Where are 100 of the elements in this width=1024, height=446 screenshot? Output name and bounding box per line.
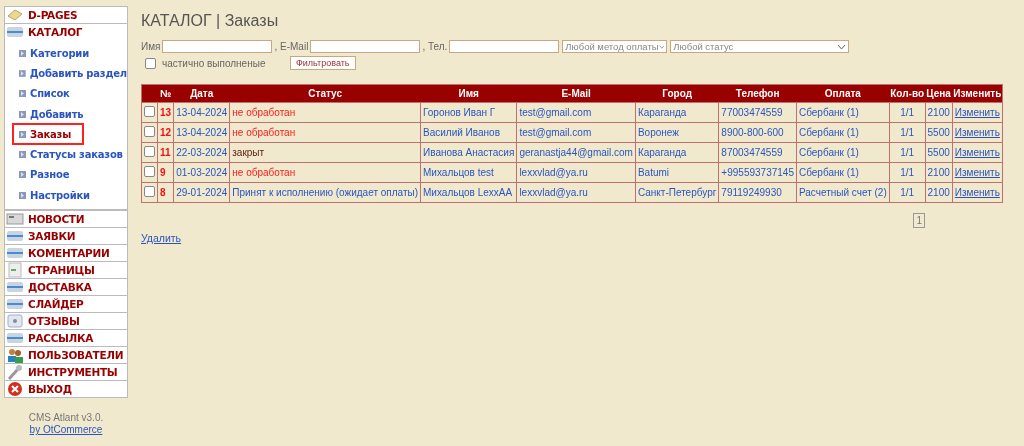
- filter-button[interactable]: Фильтровать: [290, 56, 356, 70]
- table-cell: 1/1: [889, 162, 925, 183]
- table-cell: Горонов Иван Г: [420, 102, 517, 123]
- menu-section[interactable]: ИНСТРУМЕНТЫ: [5, 364, 127, 381]
- row-checkbox[interactable]: [144, 166, 155, 177]
- page-number[interactable]: 1: [913, 213, 925, 228]
- table-cell: 5500: [925, 122, 953, 143]
- menu-section[interactable]: ДОСТАВКА: [5, 279, 127, 296]
- table-cell: 29-01-2024: [173, 182, 230, 203]
- table-cell: 2100: [925, 102, 953, 123]
- bullet-icon: [19, 110, 26, 118]
- table-cell: 8: [157, 182, 174, 203]
- table-cell: lexxvlad@ya.ru: [516, 162, 636, 183]
- email-field[interactable]: [310, 40, 421, 53]
- table-cell: 13: [157, 102, 174, 123]
- bullet-icon: [19, 171, 26, 179]
- table-cell: test@gmail.com: [516, 102, 636, 123]
- table-cell: Batumi: [635, 162, 719, 183]
- menu-section[interactable]: СЛАЙДЕР: [5, 296, 127, 313]
- credit-link[interactable]: by OtCommerce: [27, 424, 105, 436]
- bullet-icon: [19, 130, 26, 138]
- column-header: Цена: [925, 84, 953, 103]
- menu-section[interactable]: РАССЫЛКА: [5, 330, 127, 347]
- field-label: Имя: [141, 41, 161, 52]
- table-cell: 1/1: [889, 122, 925, 143]
- status-cell: Принят к исполнению (ожидает оплаты): [229, 182, 421, 203]
- table-cell: test@gmail.com: [516, 122, 636, 143]
- bullet-icon: [19, 151, 26, 159]
- table-cell: 2100: [925, 162, 953, 183]
- column-header: Изменить: [952, 84, 1003, 103]
- users-icon: [6, 347, 24, 364]
- version-text: CMS Atlant v3.0.: [28, 412, 104, 424]
- row-checkbox[interactable]: [144, 186, 155, 197]
- newspaper-icon: [6, 211, 24, 228]
- status-cell: не обработан: [229, 122, 421, 143]
- table-cell: geranastja44@gmail.com: [516, 142, 636, 163]
- table-cell: Воронеж: [635, 122, 719, 143]
- table-cell: Сбербанк (1): [796, 142, 890, 163]
- menu-item[interactable]: Разное: [19, 164, 127, 186]
- menu-item[interactable]: Настройки: [19, 185, 127, 206]
- menu-section[interactable]: КАТАЛОГ: [5, 24, 127, 40]
- bullet-icon: [19, 69, 26, 77]
- table-cell: 12: [157, 122, 174, 143]
- delete-link[interactable]: Удалить: [141, 232, 182, 244]
- table-cell: Василий Иванов: [420, 122, 517, 143]
- menu-section[interactable]: НОВОСТИ: [5, 211, 127, 228]
- field-label: , E-Mail: [274, 41, 309, 52]
- row-checkbox[interactable]: [144, 126, 155, 137]
- menu-item[interactable]: Добавить: [19, 103, 127, 125]
- table-cell: Караганда: [635, 142, 719, 163]
- menu-item[interactable]: Список: [19, 83, 127, 104]
- row-checkbox[interactable]: [144, 106, 155, 117]
- table-cell: 87003474559: [718, 142, 797, 163]
- menu-section[interactable]: ОТЗЫВЫ: [5, 313, 127, 330]
- menu-section[interactable]: КОМЕНТАРИИ: [5, 245, 127, 262]
- table-cell: lexxvlad@ya.ru: [516, 182, 636, 203]
- status-cell: закрыт: [229, 142, 421, 163]
- column-header: Имя: [420, 84, 517, 103]
- column-header: Статус: [229, 84, 421, 103]
- menu-section[interactable]: СТРАНИЦЫ: [5, 262, 127, 279]
- table-cell: 5500: [925, 142, 953, 163]
- column-header: Дата: [173, 84, 230, 103]
- checkbox[interactable]: [145, 57, 156, 69]
- menu-section[interactable]: D-PAGES: [5, 7, 127, 23]
- table-cell: 11: [157, 142, 174, 163]
- column-header: E-Mail: [516, 84, 636, 103]
- row-checkbox[interactable]: [144, 146, 155, 157]
- table-cell: 2100: [925, 182, 953, 203]
- status-cell: не обработан: [229, 102, 421, 123]
- table-cell: Караганда: [635, 102, 719, 123]
- menu-item[interactable]: Добавить раздел: [19, 63, 127, 84]
- menu-section[interactable]: ЗАЯВКИ: [5, 228, 127, 245]
- table-cell: 01-03-2024: [173, 162, 230, 183]
- name-field[interactable]: [162, 40, 273, 53]
- menu-item[interactable]: Заказы: [13, 124, 83, 145]
- table-cell: Расчетный счет (2): [796, 182, 890, 203]
- menu-section[interactable]: ВЫХОД: [5, 381, 127, 398]
- table-cell: 1/1: [889, 142, 925, 163]
- status-cell: не обработан: [229, 162, 421, 183]
- table-cell: 1/1: [889, 182, 925, 203]
- payment-select[interactable]: Любой метод оплаты: [562, 40, 668, 53]
- table-cell: 9: [157, 162, 174, 183]
- caret-icon: [837, 43, 847, 50]
- tray-icon: [6, 24, 24, 40]
- phone-field[interactable]: [449, 40, 560, 53]
- table-cell: Михальцов LexxAA: [420, 182, 517, 203]
- page-title: КАТАЛОГ | Заказы: [141, 12, 280, 30]
- menu-item[interactable]: Статусы заказов: [19, 144, 127, 165]
- table-cell: 8900-800-600: [718, 122, 797, 143]
- table-cell: Михальцов test: [420, 162, 517, 183]
- status-select[interactable]: Любой статус: [670, 40, 850, 53]
- table-cell: 13-04-2024: [173, 102, 230, 123]
- bullet-icon: [19, 90, 26, 98]
- menu-item[interactable]: Категории: [19, 43, 127, 64]
- table-cell: Санкт-Петербург: [635, 182, 719, 203]
- table-cell: Иванова Анастасия: [420, 142, 517, 163]
- field-label: , Тел.: [422, 41, 448, 52]
- column-header: Телефон: [718, 84, 797, 103]
- menu-section[interactable]: ПОЛЬЗОВАТЕЛИ: [5, 347, 127, 364]
- column-header: Город: [635, 84, 719, 103]
